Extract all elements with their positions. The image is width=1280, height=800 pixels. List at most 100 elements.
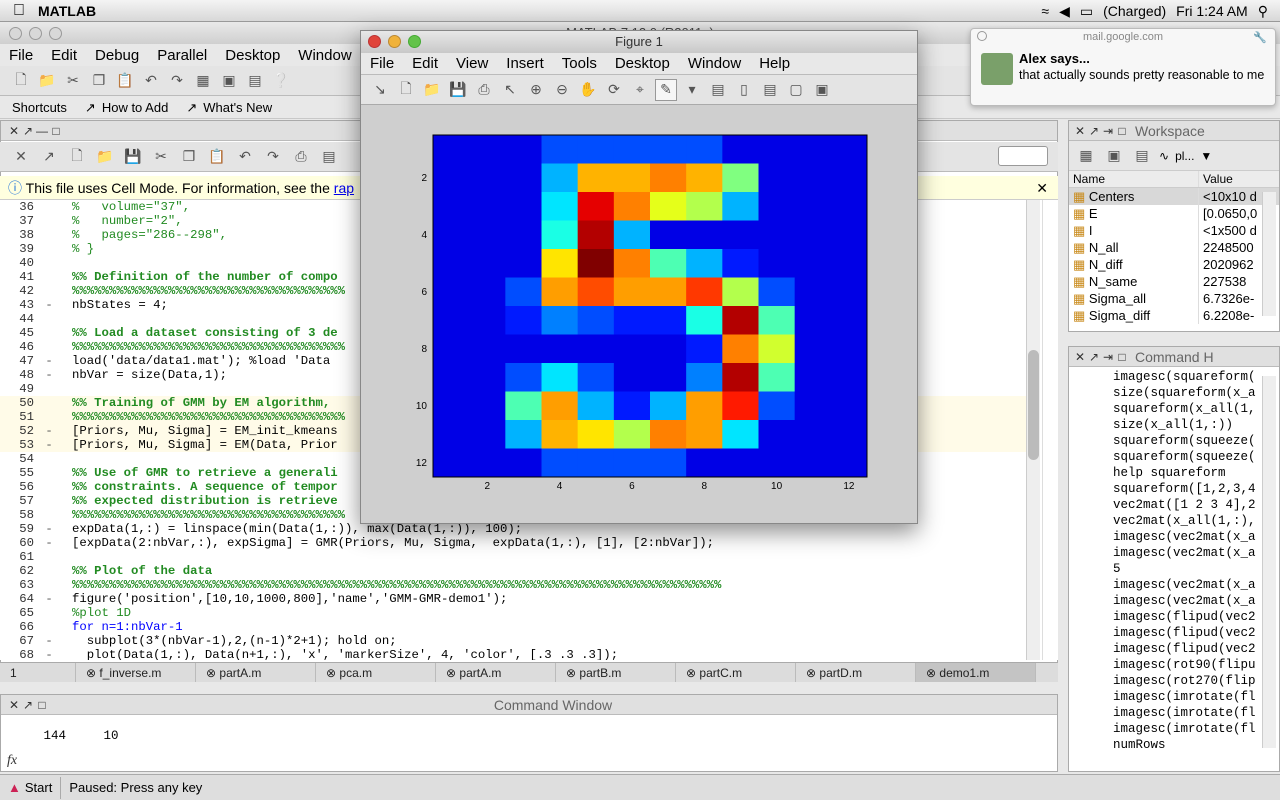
figure-menu-desktop[interactable]: Desktop: [606, 55, 679, 72]
menu-edit[interactable]: Edit: [42, 47, 86, 64]
history-scrollbar[interactable]: [1262, 376, 1276, 748]
show-tools-icon[interactable]: ▣: [811, 79, 833, 101]
print-icon[interactable]: ⎙: [473, 79, 495, 101]
history-entry[interactable]: imagesc(imrotate(fl: [1069, 705, 1279, 721]
cut-icon[interactable]: ✂: [62, 70, 84, 92]
history-entry[interactable]: size(x_all(1,:)): [1069, 417, 1279, 433]
breakpoint-gutter[interactable]: -: [38, 648, 72, 660]
close-tab-icon[interactable]: ⊗: [206, 666, 219, 680]
brush-icon[interactable]: ✎: [655, 78, 677, 101]
simulink-icon[interactable]: ▦: [192, 70, 214, 92]
workspace-row[interactable]: ▦ N_diff 2020962: [1069, 256, 1279, 273]
breakpoint-gutter[interactable]: [38, 606, 72, 620]
breakpoint-gutter[interactable]: [38, 340, 72, 354]
history-entry[interactable]: imagesc(vec2mat(x_a: [1069, 545, 1279, 561]
cell-mode-link[interactable]: rap: [334, 180, 354, 196]
breakpoint-gutter[interactable]: -: [38, 634, 72, 648]
breakpoint-gutter[interactable]: [38, 452, 72, 466]
menu-window[interactable]: Window: [289, 47, 360, 64]
breakpoint-gutter[interactable]: -: [38, 592, 72, 606]
editor-file-tab[interactable]: ⊗ partD.m: [796, 663, 916, 682]
editor-file-tab[interactable]: ⊗ partB.m: [556, 663, 676, 682]
editor-file-tab[interactable]: ⊗ partC.m: [676, 663, 796, 682]
code-line[interactable]: 64 - figure('position',[10,10,1000,800],'…: [0, 592, 1040, 606]
profiler-icon[interactable]: ▤: [244, 70, 266, 92]
scroll-thumb[interactable]: [1028, 350, 1039, 460]
close-icon[interactable]: ✕: [7, 124, 21, 138]
app-menu-name[interactable]: MATLAB: [38, 3, 96, 19]
breakpoint-gutter[interactable]: [38, 620, 72, 634]
history-entry[interactable]: squareform(squeeze(: [1069, 449, 1279, 465]
code-line[interactable]: 63%%%%%%%%%%%%%%%%%%%%%%%%%%%%%%%%%%%%%%…: [0, 578, 1040, 592]
maximize-icon[interactable]: □: [1115, 124, 1129, 138]
breakpoint-gutter[interactable]: [38, 242, 72, 256]
history-entry[interactable]: imagesc(squareform(: [1069, 369, 1279, 385]
code-line[interactable]: 68 - plot(Data(1,:), Data(n+1,:), 'x', '…: [0, 648, 1040, 660]
breakpoint-gutter[interactable]: -: [38, 368, 72, 382]
growl-notification[interactable]: mail.google.com Alex says... that actual…: [970, 28, 1276, 106]
wrench-icon[interactable]: 🔧: [1253, 31, 1267, 44]
workspace-row[interactable]: ▦ Centers <10x10 d: [1069, 188, 1279, 205]
col-value-header[interactable]: Value: [1199, 171, 1279, 187]
history-entry[interactable]: squareform(x_all(1,: [1069, 401, 1279, 417]
minimize-button[interactable]: [29, 27, 42, 40]
notification-close-icon[interactable]: [977, 31, 987, 41]
history-entry[interactable]: size(squareform(x_a: [1069, 385, 1279, 401]
shortcut-how-to-add[interactable]: How to Add: [102, 100, 169, 115]
breakpoint-gutter[interactable]: [38, 550, 72, 564]
new-file-icon[interactable]: 🗋: [66, 146, 88, 168]
close-tab-icon[interactable]: ⊗: [446, 666, 459, 680]
paste-icon[interactable]: 📋: [114, 70, 136, 92]
history-entry[interactable]: imagesc(flipud(vec2: [1069, 641, 1279, 657]
minimize-icon[interactable]: —: [35, 124, 49, 138]
code-line[interactable]: 67 - subplot(3*(nbVar-1),2,(n-1)*2+1); h…: [0, 634, 1040, 648]
undock-icon[interactable]: ↗: [1087, 350, 1101, 364]
history-entry[interactable]: imagesc(vec2mat(x_a: [1069, 529, 1279, 545]
new-file-icon[interactable]: 🗋: [10, 70, 32, 92]
layout-stepper[interactable]: [998, 146, 1048, 166]
open-variable-icon[interactable]: ▣: [1103, 145, 1125, 167]
breakpoint-gutter[interactable]: [38, 270, 72, 284]
hide-tools-icon[interactable]: ▢: [785, 79, 807, 101]
redo-icon[interactable]: ↷: [166, 70, 188, 92]
history-entry[interactable]: imagesc(vec2mat(x_a: [1069, 593, 1279, 609]
workspace-scrollbar[interactable]: [1262, 192, 1276, 316]
maximize-icon[interactable]: □: [1115, 350, 1129, 364]
history-entry[interactable]: numRows: [1069, 737, 1279, 753]
figure-menu-tools[interactable]: Tools: [553, 55, 606, 72]
code-line[interactable]: 61: [0, 550, 1040, 564]
save-icon[interactable]: 💾: [122, 146, 144, 168]
breakpoint-gutter[interactable]: [38, 564, 72, 578]
close-button[interactable]: [368, 35, 381, 48]
code-line[interactable]: 62 %% Plot of the data: [0, 564, 1040, 578]
battery-icon[interactable]: ▭: [1080, 3, 1093, 20]
breakpoint-gutter[interactable]: [38, 312, 72, 326]
breakpoint-gutter[interactable]: [38, 200, 72, 214]
menu-file[interactable]: File: [0, 47, 42, 64]
new-figure-icon[interactable]: 🗋: [395, 79, 417, 101]
zoom-button[interactable]: [408, 35, 421, 48]
undock-icon[interactable]: ↗: [21, 124, 35, 138]
close-tab-icon[interactable]: ⊗: [686, 666, 699, 680]
volume-icon[interactable]: ◀: [1059, 3, 1070, 20]
menu-parallel[interactable]: Parallel: [148, 47, 216, 64]
rotate-icon[interactable]: ⟳: [603, 79, 625, 101]
figure-menu-help[interactable]: Help: [750, 55, 799, 72]
legend-icon[interactable]: ▤: [759, 79, 781, 101]
breakpoint-gutter[interactable]: [38, 578, 72, 592]
dock-icon[interactable]: ⇥: [1101, 124, 1115, 138]
editor-file-tab[interactable]: ⊗ demo1.m: [916, 663, 1036, 682]
code-line[interactable]: 59 - expData(1,:) = linspace(min(Data(1,:…: [0, 522, 1040, 536]
editor-file-tab[interactable]: 1: [0, 663, 76, 682]
guide-icon[interactable]: ▣: [218, 70, 240, 92]
editor-file-tab[interactable]: ⊗ f_inverse.m: [76, 663, 196, 682]
editor-file-tab[interactable]: ⊗ partA.m: [196, 663, 316, 682]
paste-icon[interactable]: 📋: [206, 146, 228, 168]
workspace-row[interactable]: ▦ Sigma_all 6.7326e-: [1069, 290, 1279, 307]
figure-menu-edit[interactable]: Edit: [403, 55, 447, 72]
close-icon[interactable]: ✕: [1073, 350, 1087, 364]
apple-icon[interactable]: : [0, 2, 38, 20]
menu-desktop[interactable]: Desktop: [216, 47, 289, 64]
pointer-icon[interactable]: ↖: [499, 79, 521, 101]
breakpoint-gutter[interactable]: [38, 284, 72, 298]
